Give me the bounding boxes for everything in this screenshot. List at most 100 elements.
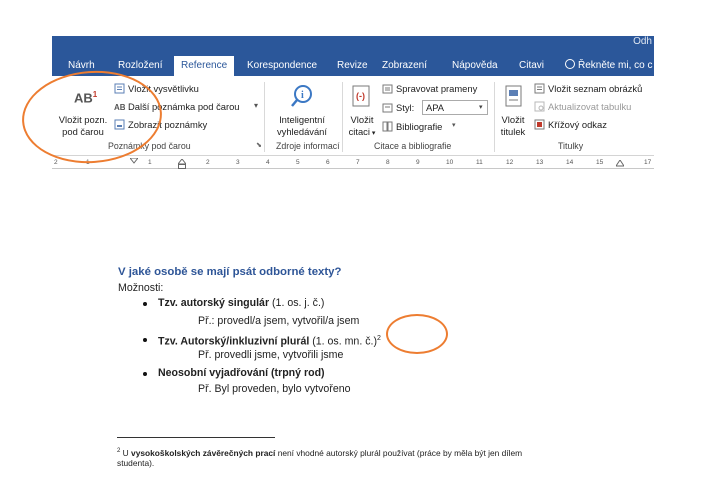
insert-endnote-button[interactable]: Vložit vysvětlivku — [114, 82, 234, 95]
insert-footnote-label-1: Vložit pozn. — [58, 114, 108, 125]
svg-text:(-): (-) — [356, 91, 365, 101]
svg-text:i: i — [301, 90, 304, 101]
update-table-icon — [534, 101, 545, 112]
group-separator — [494, 82, 495, 152]
ruler-tick: 2 — [54, 159, 58, 166]
hanging-indent-marker[interactable] — [178, 159, 186, 169]
next-footnote-button[interactable]: AB Další poznámka pod čarou ▾ — [114, 100, 264, 113]
insert-caption-button[interactable]: Vložit titulek — [496, 80, 530, 138]
insert-endnote-label: Vložit vysvětlivku — [128, 83, 199, 94]
ruler-tick: 5 — [296, 159, 300, 166]
list-item-title: Tzv. autorský singulár (1. os. j. č.) — [158, 296, 324, 310]
show-notes-label: Zobrazit poznámky — [128, 119, 208, 130]
tab-mailings[interactable]: Korespondence — [247, 56, 317, 76]
footnote-separator — [117, 437, 275, 438]
bullet-marker — [143, 338, 147, 342]
horizontal-ruler[interactable]: 2 1 1 2 3 4 5 6 7 8 9 10 11 12 13 14 15 … — [52, 157, 654, 169]
list-item-example: Př. Byl proveden, bylo vytvořeno — [198, 383, 351, 395]
footnote-text: 2 U vysokoškolských závěrečných prací ne… — [117, 446, 522, 459]
bibliography-icon — [382, 121, 393, 132]
footnote-reference-marker[interactable]: 2 — [377, 335, 381, 342]
lightbulb-icon — [565, 59, 575, 69]
footnote-icon: AB1 — [74, 90, 97, 105]
captions-group-label: Titulky — [558, 141, 584, 151]
list-item-example: Př. provedli jsme, vytvořili jsme — [198, 349, 344, 361]
tab-review[interactable]: Revize — [337, 56, 368, 76]
insert-footnote-button[interactable]: AB1 Vložit pozn. pod čarou — [54, 80, 112, 138]
ruler-tick: 8 — [386, 159, 390, 166]
table-of-figures-icon — [534, 83, 545, 94]
ribbon-references: AB1 Vložit pozn. pod čarou Vložit vysvět… — [52, 76, 654, 156]
list-item-title-bold: Neosobní vyjadřování (trpný rod) — [158, 367, 325, 379]
insert-citation-label-1: Vložit — [350, 114, 374, 125]
insert-citation-icon: (-) — [352, 85, 370, 107]
tab-citavi[interactable]: Citavi — [519, 56, 544, 76]
next-footnote-icon: AB — [114, 103, 125, 112]
show-notes-icon — [114, 119, 125, 130]
ruler-tick: 7 — [356, 159, 360, 166]
ruler-tick: 15 — [596, 159, 604, 166]
citations-group-label: Citace a bibliografie — [374, 141, 452, 151]
ruler-tick: 9 — [416, 159, 420, 166]
ruler-tick: 3 — [236, 159, 240, 166]
cross-reference-button[interactable]: Křížový odkaz — [534, 118, 634, 131]
ruler-tick: 1 — [86, 159, 90, 166]
tab-layout[interactable]: Rozložení — [118, 56, 162, 76]
insert-caption-label-2: titulek — [500, 126, 526, 137]
endnote-icon — [114, 83, 125, 94]
tell-me-search[interactable]: Řekněte mi, co c — [565, 56, 652, 76]
bibliography-button[interactable]: Bibliografie ▾ — [382, 120, 482, 133]
manage-sources-label: Spravovat prameny — [396, 83, 478, 94]
footnotes-group-label: Poznámky pod čarou — [108, 141, 191, 151]
manage-sources-button[interactable]: Spravovat prameny — [382, 82, 488, 95]
insert-citation-label-2-text: citaci — [348, 126, 370, 137]
insert-citation-button[interactable]: (-) Vložit citaci ▾ — [346, 80, 378, 138]
update-table-button: Aktualizovat tabulku — [534, 100, 652, 113]
style-dropdown-value: APA — [426, 102, 445, 113]
ruler-tick: 4 — [266, 159, 270, 166]
footnote-icon-text: AB — [74, 90, 93, 106]
ruler-tick: 12 — [506, 159, 514, 166]
right-indent-marker[interactable] — [616, 160, 624, 168]
tab-references[interactable]: Reference — [174, 56, 235, 76]
first-line-indent-marker[interactable] — [130, 158, 138, 168]
style-selector: Styl: APA ▾ — [382, 100, 492, 115]
update-table-label: Aktualizovat tabulku — [548, 101, 632, 112]
insert-table-of-figures-button[interactable]: Vložit seznam obrázků — [534, 82, 652, 95]
ruler-tick: 10 — [446, 159, 454, 166]
insert-caption-label-1: Vložit — [501, 114, 525, 125]
group-separator — [264, 82, 265, 152]
tab-design[interactable]: Návrh — [68, 56, 95, 76]
show-notes-button[interactable]: Zobrazit poznámky — [114, 118, 234, 131]
footnotes-dialog-launcher-icon[interactable]: ⬊ — [256, 140, 262, 152]
document-intro: Možnosti: — [118, 282, 164, 294]
research-group-label: Zdroje informací — [276, 141, 340, 151]
smart-lookup-label-1: Inteligentní — [279, 114, 325, 125]
tab-view[interactable]: Zobrazení — [382, 56, 427, 76]
cross-reference-icon — [534, 119, 545, 130]
list-item-title-bold: Tzv. Autorský/inkluzivní plurál — [158, 335, 310, 348]
insert-caption-icon — [505, 85, 522, 107]
ruler-tick: 14 — [566, 159, 574, 166]
word-window: Odh Návrh Rozložení Reference Koresponde… — [0, 0, 708, 486]
footnote-text-line2: studenta). — [117, 458, 155, 468]
footnote-pre: U — [120, 447, 132, 458]
smart-lookup-button[interactable]: i Inteligentní vyhledávání — [270, 80, 334, 138]
tab-help[interactable]: Nápověda — [452, 56, 498, 76]
ruler-tick: 11 — [476, 159, 483, 166]
list-item-example: Př.: provedl/a jsem, vytvořil/a jsem — [198, 315, 360, 327]
list-item-title: Neosobní vyjadřování (trpný rod) — [158, 366, 325, 380]
footnote-post: není vhodné autorský plurál používat (pr… — [275, 447, 523, 458]
insert-footnote-label-2: pod čarou — [62, 126, 104, 137]
insert-citation-label-2: citaci ▾ — [346, 126, 378, 140]
ruler-tick: 6 — [326, 159, 330, 166]
ruler-tick: 2 — [206, 159, 210, 166]
ruler-tick: 1 — [148, 159, 152, 166]
tell-me-label: Řekněte mi, co c — [578, 60, 653, 71]
next-footnote-label: Další poznámka pod čarou — [128, 101, 240, 112]
svg-text:AB: AB — [114, 103, 125, 112]
style-label: Styl: — [396, 102, 415, 113]
account-name[interactable]: Odh — [633, 36, 652, 47]
style-dropdown[interactable]: APA ▾ — [422, 100, 488, 115]
list-item-title: Tzv. Autorský/inkluzivní plurál (1. os. … — [158, 332, 381, 349]
